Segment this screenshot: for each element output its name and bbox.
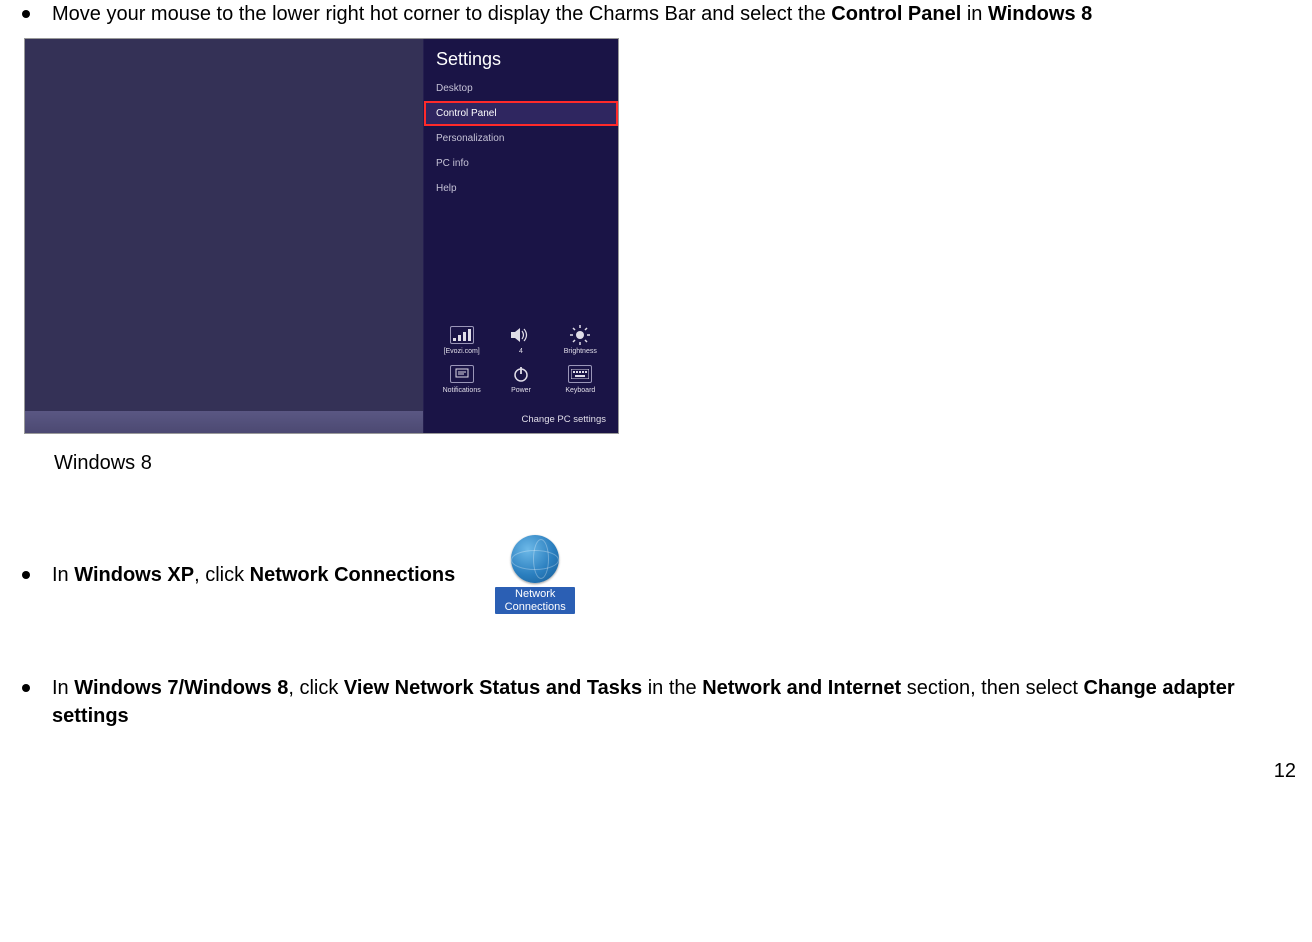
bullet-dot-icon [22,10,30,18]
text-segment: , click [288,677,344,699]
bullet-item-winxp: In Windows XP, click Network Connections… [10,535,1302,614]
text-segment: section, then select [901,677,1083,699]
charm-item-desktop[interactable]: Desktop [424,76,618,101]
text-bold: Windows 7/Windows 8 [74,677,288,699]
text-segment: In [52,677,74,699]
speaker-icon [509,326,533,344]
text-bold: Windows 8 [988,3,1092,25]
windows8-settings-screenshot: Settings Desktop Control Panel Personali… [24,38,619,434]
settings-charm-panel: Settings Desktop Control Panel Personali… [423,39,618,433]
tile-network[interactable]: [Evozi.com] [434,326,490,355]
charm-title: Settings [424,39,618,76]
bullet-item-win8-charms: Move your mouse to the lower right hot c… [10,0,1302,28]
tile-brightness[interactable]: Brightness [552,326,608,355]
text-segment: in the [642,677,702,699]
charm-item-pc-info[interactable]: PC info [424,151,618,176]
bullet-text: In Windows 7/Windows 8, click View Netwo… [52,674,1302,730]
page-number: 12 [10,760,1302,783]
tile-keyboard[interactable]: Keyboard [552,365,608,394]
xp-icon-label: Network Connections [495,587,575,614]
text-bold: Network Connections [250,564,456,586]
bullet-dot-icon [22,684,30,692]
network-connections-xp-icon[interactable]: Network Connections [495,535,575,614]
charm-item-help[interactable]: Help [424,176,618,201]
text-segment: In [52,564,74,586]
sun-icon [568,326,592,344]
text-bold: Network and Internet [702,677,901,699]
power-icon [509,365,533,383]
tile-label: Power [511,387,531,394]
tile-label: Notifications [443,387,481,394]
tile-notifications[interactable]: Notifications [434,365,490,394]
tile-row: [Evozi.com] 4 Brightness [432,326,610,355]
figure-caption: Windows 8 [54,452,1302,475]
charm-tiles: [Evozi.com] 4 Brightness [424,316,618,410]
tile-label: Brightness [564,348,597,355]
text-segment: Move your mouse to the lower right hot c… [52,3,831,25]
signal-bars-icon [450,326,474,344]
tile-label: [Evozi.com] [444,348,480,355]
charm-item-control-panel[interactable]: Control Panel [424,101,618,126]
bullet-dot-icon [22,571,30,579]
bullet-item-win7-win8: In Windows 7/Windows 8, click View Netwo… [10,674,1302,730]
tile-label: 4 [519,348,523,355]
text-bold: Control Panel [831,3,961,25]
notifications-icon [450,365,474,383]
globe-icon [511,535,559,583]
bullet-text: In Windows XP, click Network Connections [52,561,455,589]
tile-label: Keyboard [565,387,595,394]
text-bold: View Network Status and Tasks [344,677,642,699]
change-pc-settings-link[interactable]: Change PC settings [424,410,618,433]
tile-power[interactable]: Power [493,365,549,394]
text-bold: Windows XP [74,564,194,586]
tile-volume[interactable]: 4 [493,326,549,355]
text-segment: in [961,3,988,25]
charm-item-personalization[interactable]: Personalization [424,126,618,151]
text-segment: , click [194,564,250,586]
bullet-text: Move your mouse to the lower right hot c… [52,0,1092,28]
tile-row: Notifications Power Keyboard [432,365,610,394]
keyboard-icon [568,365,592,383]
